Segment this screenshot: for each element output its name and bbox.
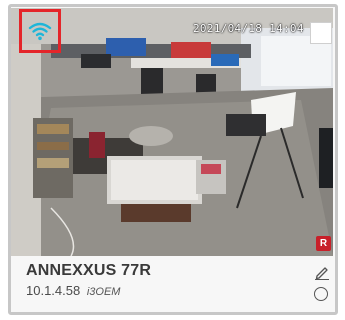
wifi-status — [19, 9, 61, 53]
camera-address: 10.1.4.58 i3OEM — [26, 283, 120, 298]
camera-name: ANNEXXUS 77R — [26, 262, 152, 279]
status-circle-button[interactable] — [314, 287, 328, 301]
camera-timestamp: 2021/04/18 14:04 — [193, 22, 304, 35]
pencil-icon — [315, 267, 329, 280]
camera-model: i3OEM — [86, 286, 121, 298]
recording-badge: R — [316, 236, 331, 251]
edit-button[interactable] — [314, 264, 330, 280]
select-checkbox[interactable] — [310, 22, 332, 44]
wifi-icon — [28, 22, 52, 41]
camera-ip: 10.1.4.58 — [26, 283, 81, 298]
